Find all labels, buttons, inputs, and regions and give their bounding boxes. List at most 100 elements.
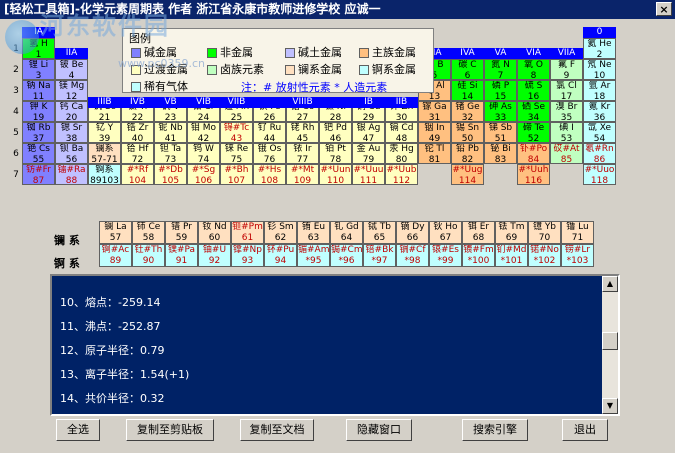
element-cell[interactable]: 锂 Li 3 (22, 59, 55, 80)
element-cell[interactable]: 钬 Ho 67 (429, 221, 462, 244)
element-cell[interactable]: #*Uun 110 (319, 164, 352, 185)
scroll-down-icon[interactable]: ▼ (602, 398, 618, 414)
element-cell[interactable]: 铍 Be 4 (55, 59, 88, 80)
element-cell[interactable]: 锗 Ge 32 (451, 101, 484, 122)
element-cell[interactable]: 磷 P 15 (484, 80, 517, 101)
element-cell[interactable]: 锶 Sr 38 (55, 122, 88, 143)
scroll-up-icon[interactable]: ▲ (602, 276, 618, 292)
element-cell[interactable]: 镤#Pa 91 (165, 244, 198, 267)
element-cell[interactable]: 镎#Np 93 (231, 244, 264, 267)
element-cell[interactable]: 银 Ag 47 (352, 122, 385, 143)
element-cell[interactable]: 铼 Re 75 (220, 143, 253, 164)
element-cell[interactable]: 镨 Pr 59 (165, 221, 198, 244)
element-cell[interactable]: 钠 Na 11 (22, 80, 55, 101)
element-cell[interactable]: #*Sg 106 (187, 164, 220, 185)
element-cell[interactable]: #*Rf 104 (121, 164, 154, 185)
element-cell[interactable]: 铽 Tb 65 (363, 221, 396, 244)
element-cell[interactable]: 钆 Gd 64 (330, 221, 363, 244)
element-cell[interactable]: 锿#Es *99 (429, 244, 462, 267)
select-all-button[interactable]: 全选 (56, 419, 100, 441)
copy-to-document-button[interactable]: 复制至文档 (240, 419, 314, 441)
element-cell[interactable]: 钨 W 74 (187, 143, 220, 164)
element-cell[interactable]: 氡#Rn 86 (583, 143, 616, 164)
element-cell[interactable]: 镱 Yb 70 (528, 221, 561, 244)
element-cell[interactable]: 锎#Cf *98 (396, 244, 429, 267)
element-cell[interactable]: 铅 Pb 82 (451, 143, 484, 164)
element-info-panel[interactable]: 10、熔点：-259.14 11、沸点：-252.87 12、原子半径：0.79… (50, 274, 620, 416)
element-cell[interactable]: 铯 Cs 55 (22, 143, 55, 164)
element-cell[interactable]: 金 Au 79 (352, 143, 385, 164)
element-cell[interactable]: 氮 N7 (484, 59, 517, 80)
element-cell[interactable]: 镧系 57-71 (88, 143, 121, 164)
element-cell[interactable]: 铟 In 49 (418, 122, 451, 143)
element-cell[interactable]: 锝#Tc 43 (220, 122, 253, 143)
element-cell[interactable]: 汞 Hg 80 (385, 143, 418, 164)
element-cell[interactable]: 锕#Ac 89 (99, 244, 132, 267)
info-scrollbar[interactable]: ▲ ▼ (602, 276, 618, 414)
element-cell[interactable]: 镥 Lu 71 (561, 221, 594, 244)
scroll-thumb[interactable] (602, 332, 618, 350)
hide-window-button[interactable]: 隐藏窗口 (346, 419, 412, 441)
element-cell[interactable]: 碳 C6 (451, 59, 484, 80)
element-cell[interactable]: 钷#Pm 61 (231, 221, 264, 244)
element-cell[interactable]: 锘#No *102 (528, 244, 561, 267)
element-cell[interactable]: #*Uuh 116 (517, 164, 550, 185)
element-cell[interactable]: 铋 Bi 83 (484, 143, 517, 164)
element-cell[interactable]: 锡 Sn 50 (451, 122, 484, 143)
element-cell[interactable]: 镧 La 57 (99, 221, 132, 244)
element-cell[interactable]: 锕系 89103 (88, 164, 121, 185)
element-cell[interactable]: 镓 Ga 31 (418, 101, 451, 122)
element-cell[interactable]: 钽 Ta 73 (154, 143, 187, 164)
element-cell[interactable]: 铕 Eu 63 (297, 221, 330, 244)
copy-to-clipboard-button[interactable]: 复制至剪贴板 (126, 419, 214, 441)
element-cell[interactable]: 锫#Bk *97 (363, 244, 396, 267)
element-cell[interactable]: 钔#Md *101 (495, 244, 528, 267)
element-cell[interactable]: 钯 Pd 46 (319, 122, 352, 143)
element-cell[interactable]: 溴 Br 35 (550, 101, 583, 122)
element-cell[interactable]: 氯 Cl 17 (550, 80, 583, 101)
element-cell[interactable]: 氪 Kr 36 (583, 101, 616, 122)
element-cell[interactable]: 铊 Tl 81 (418, 143, 451, 164)
element-cell[interactable]: 钕 Nd 60 (198, 221, 231, 244)
element-cell[interactable]: 钐 Sm 62 (264, 221, 297, 244)
element-cell[interactable]: 钇 Y 39 (88, 122, 121, 143)
element-cell[interactable]: 氟 F9 (550, 59, 583, 80)
element-cell[interactable]: 氦 He 2 (583, 38, 616, 59)
exit-button[interactable]: 退出 (562, 419, 608, 441)
element-cell[interactable]: #*Uub 112 (385, 164, 418, 185)
element-cell[interactable]: #*Hs 108 (253, 164, 286, 185)
element-cell[interactable]: 氧 O8 (517, 59, 550, 80)
element-cell[interactable]: 钫#Fr 87 (22, 164, 55, 185)
element-cell[interactable]: 铂 Pt 78 (319, 143, 352, 164)
element-cell[interactable]: 锑 Sb 51 (484, 122, 517, 143)
element-cell[interactable]: 钙 Ca 20 (55, 101, 88, 122)
element-cell[interactable]: 硫 S 16 (517, 80, 550, 101)
element-cell[interactable]: 镅#Am *95 (297, 244, 330, 267)
element-cell[interactable]: 铹#Lr *103 (561, 244, 594, 267)
element-cell[interactable]: 镝 Dy 66 (396, 221, 429, 244)
element-cell[interactable]: 铪 Hf 72 (121, 143, 154, 164)
element-cell[interactable]: 碘 I 53 (550, 122, 583, 143)
element-cell[interactable]: 钼 Mo 42 (187, 122, 220, 143)
element-cell[interactable]: 砹#At 85 (550, 143, 583, 164)
element-cell[interactable]: 镄#Fm *100 (462, 244, 495, 267)
element-cell[interactable]: 钍#Th 90 (132, 244, 165, 267)
element-cell[interactable]: 铥 Tm 69 (495, 221, 528, 244)
element-cell[interactable]: 硒 Se 34 (517, 101, 550, 122)
element-cell[interactable]: 铱 Ir 77 (286, 143, 319, 164)
element-cell[interactable]: 锇 Os 76 (253, 143, 286, 164)
element-cell[interactable]: 镁 Mg 12 (55, 80, 88, 101)
element-cell[interactable]: 铀#U 92 (198, 244, 231, 267)
search-engine-button[interactable]: 搜索引擎 (462, 419, 528, 441)
element-cell[interactable]: 铒 Er 68 (462, 221, 495, 244)
element-cell[interactable]: 铈 Ce 58 (132, 221, 165, 244)
element-cell[interactable]: #*Uuo 118 (583, 164, 616, 185)
element-cell[interactable]: 镉 Cd 48 (385, 122, 418, 143)
element-cell[interactable]: #*Mt 109 (286, 164, 319, 185)
element-cell[interactable]: 氖 Ne 10 (583, 59, 616, 80)
element-cell[interactable]: 铑 Rh 45 (286, 122, 319, 143)
element-cell[interactable]: #*Uuu 111 (352, 164, 385, 185)
element-cell[interactable]: 砷 As 33 (484, 101, 517, 122)
element-cell[interactable]: #*Bh 107 (220, 164, 253, 185)
element-cell[interactable]: 钡 Ba 56 (55, 143, 88, 164)
